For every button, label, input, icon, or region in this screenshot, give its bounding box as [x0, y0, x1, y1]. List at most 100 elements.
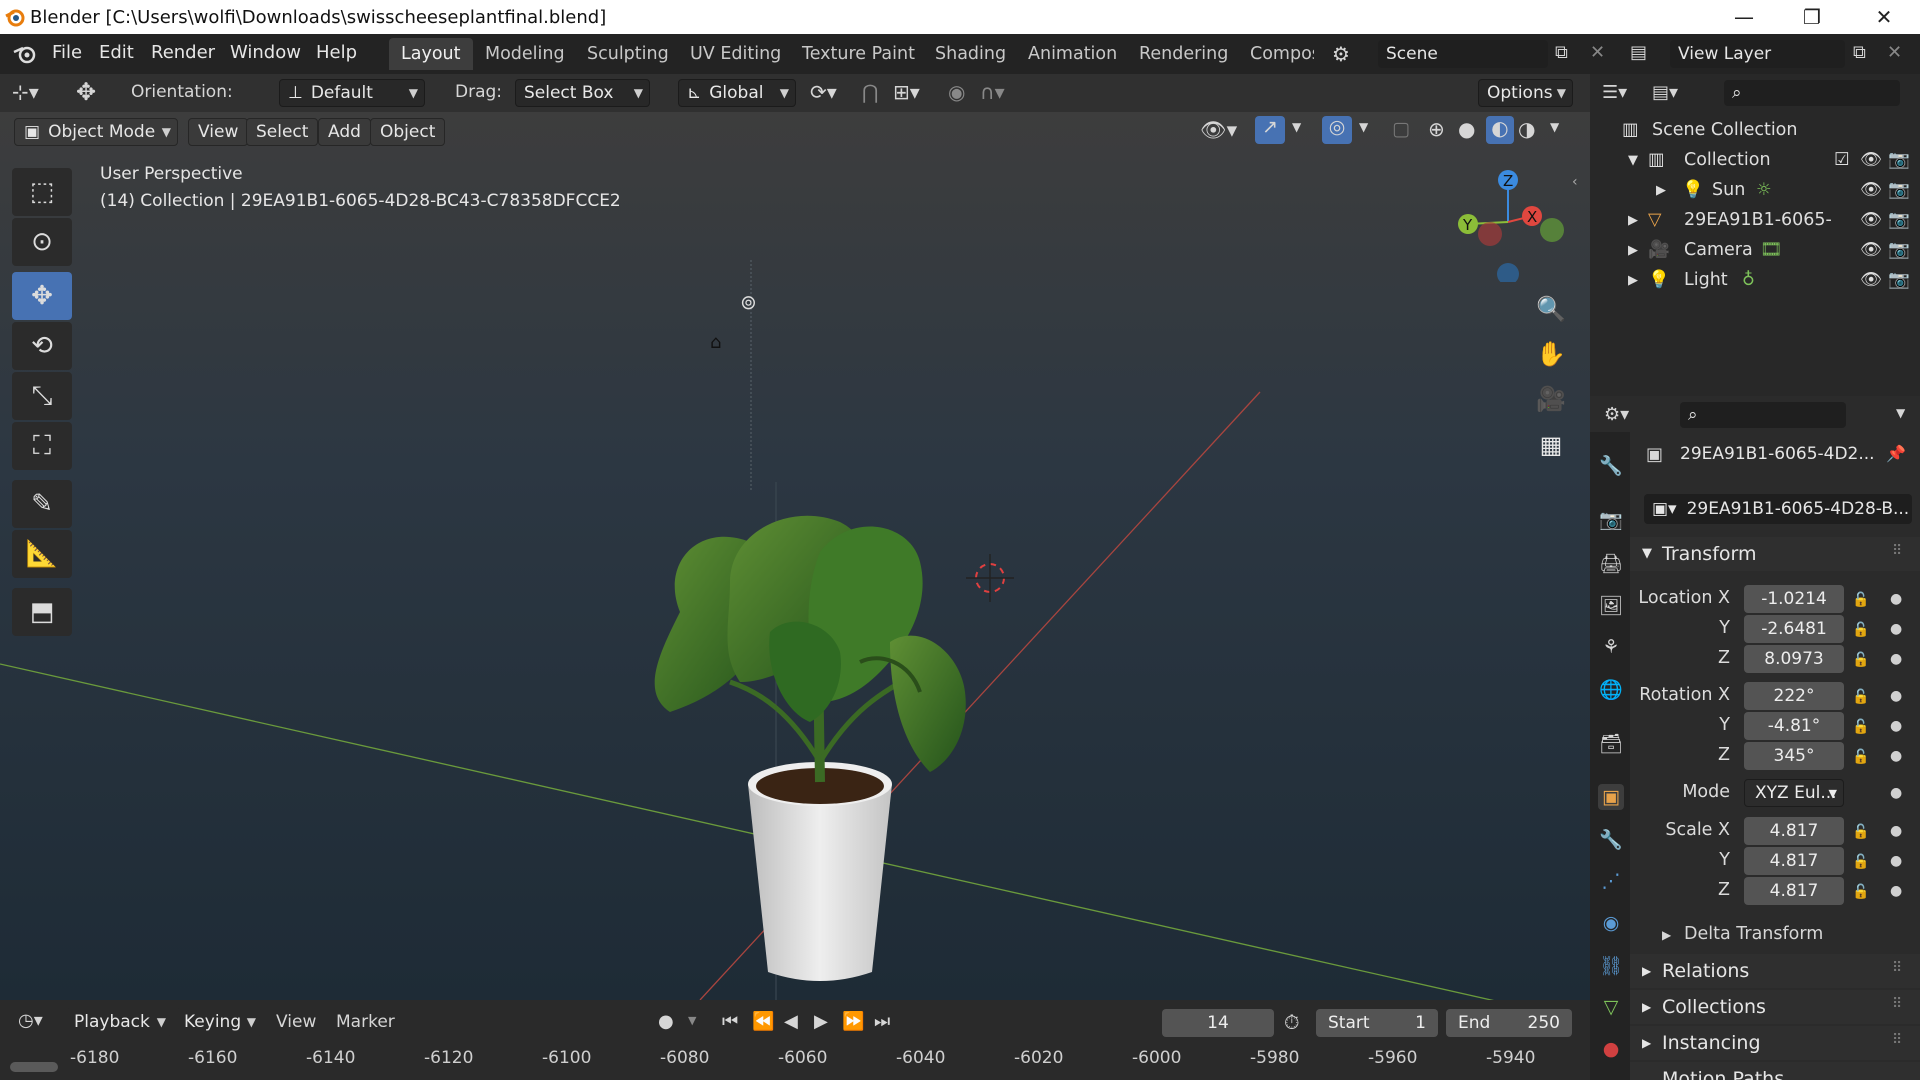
- tab-shading[interactable]: Shading: [923, 38, 1018, 70]
- solid-shading-icon[interactable]: ●: [1458, 117, 1475, 141]
- view-layer-icon[interactable]: ▤: [1630, 42, 1647, 63]
- lock-icon[interactable]: 🔓: [1852, 854, 1869, 870]
- blender-menu-icon[interactable]: [12, 42, 38, 71]
- keying-menu[interactable]: Keying ▼: [176, 1008, 262, 1036]
- lock-icon[interactable]: 🔓: [1852, 749, 1869, 765]
- scale-tool[interactable]: ⤡: [12, 372, 72, 420]
- end-frame-field[interactable]: End 250: [1446, 1009, 1572, 1037]
- tab-texture-paint[interactable]: Texture Paint: [790, 38, 927, 70]
- display-mode-icon[interactable]: ▤▾: [1652, 82, 1678, 103]
- rotation-y-field[interactable]: -4.81°: [1744, 712, 1844, 740]
- new-view-layer-icon[interactable]: ⧉: [1853, 42, 1866, 63]
- object-menu[interactable]: Object: [370, 118, 446, 146]
- outliner-row-collection[interactable]: ▼ ▥ Collection ☑ 👁 📷: [1590, 146, 1920, 176]
- chevron-down-icon[interactable]: ▼: [688, 1014, 696, 1027]
- eye-icon[interactable]: 👁: [1860, 270, 1882, 290]
- navigation-gizmo[interactable]: Z X Y: [1448, 162, 1568, 282]
- light-object-icon[interactable]: ⊚: [740, 290, 757, 314]
- orientation-dropdown[interactable]: ⊥ Default ▼: [279, 79, 425, 107]
- object-tab-icon[interactable]: ▣: [1598, 784, 1624, 810]
- tab-modeling[interactable]: Modeling: [473, 38, 577, 70]
- select-menu[interactable]: Select: [246, 118, 319, 146]
- physics-tab-icon[interactable]: ◉: [1598, 910, 1624, 936]
- wireframe-shading-icon[interactable]: ⊕: [1428, 117, 1445, 141]
- overlays-toggle-icon[interactable]: ◎: [1322, 116, 1352, 144]
- keyframe-dot-icon[interactable]: ●: [1890, 853, 1902, 869]
- transform-tool[interactable]: ⛶: [12, 422, 72, 470]
- visibility-icon[interactable]: 👁▾: [1200, 118, 1237, 143]
- tab-rendering[interactable]: Rendering: [1127, 38, 1240, 70]
- zoom-button[interactable]: 🔍: [1530, 288, 1572, 330]
- eye-icon[interactable]: 👁: [1860, 180, 1882, 200]
- scale-z-field[interactable]: 4.817: [1744, 877, 1844, 905]
- tab-animation[interactable]: Animation: [1016, 38, 1129, 70]
- jump-start-icon[interactable]: ⏮: [722, 1011, 738, 1032]
- scene-collection-row[interactable]: ▥ Scene Collection: [1590, 116, 1920, 146]
- lock-icon[interactable]: 🔓: [1852, 689, 1869, 705]
- object-name-field[interactable]: ▣▾ 29EA91B1-6065-4D28-B...: [1644, 494, 1912, 524]
- checkbox-icon[interactable]: ☑: [1834, 150, 1850, 170]
- outliner-row-camera[interactable]: ▶ 🎥 Camera 🎞 👁 📷: [1590, 236, 1920, 266]
- record-icon[interactable]: ●: [658, 1011, 674, 1032]
- properties-editor-icon[interactable]: ⚙▾: [1604, 404, 1629, 425]
- outliner-editor-icon[interactable]: ☰▾: [1602, 82, 1627, 103]
- keyframe-dot-icon[interactable]: ●: [1890, 785, 1902, 801]
- tab-compositing[interactable]: Compos: [1238, 38, 1314, 70]
- add-cube-tool[interactable]: ⬒: [12, 588, 72, 636]
- monstera-plant-model[interactable]: [620, 462, 980, 982]
- new-scene-icon[interactable]: ⧉: [1555, 42, 1568, 63]
- location-z-field[interactable]: 8.0973: [1744, 645, 1844, 673]
- transform-orientation-dropdown[interactable]: ⊾ Global ▼: [678, 79, 796, 107]
- menu-edit[interactable]: Edit: [99, 42, 134, 63]
- keyframe-dot-icon[interactable]: ●: [1890, 718, 1902, 734]
- delete-view-layer-icon[interactable]: ✕: [1887, 42, 1902, 63]
- timeline-editor-icon[interactable]: ◷▾: [18, 1010, 43, 1031]
- object-mode-dropdown[interactable]: ▣ Object Mode ▼: [14, 118, 178, 146]
- rotate-tool[interactable]: ⟲: [12, 322, 72, 370]
- menu-help[interactable]: Help: [316, 42, 357, 63]
- render-tab-icon[interactable]: 📷: [1598, 506, 1624, 532]
- render-camera-icon[interactable]: 📷: [1888, 240, 1910, 260]
- snap-icon[interactable]: ⋂: [862, 80, 878, 104]
- tab-uv-editing[interactable]: UV Editing: [678, 38, 793, 70]
- menu-window[interactable]: Window: [230, 42, 301, 63]
- pin-icon[interactable]: 📌: [1886, 444, 1906, 463]
- render-camera-icon[interactable]: 📷: [1888, 210, 1910, 230]
- world-tab-icon[interactable]: 🌐: [1598, 676, 1624, 702]
- snap-target-icon[interactable]: ⊞▾: [893, 80, 920, 104]
- instancing-panel-header[interactable]: ▶ Instancing ⠿: [1630, 1026, 1920, 1060]
- keyframe-dot-icon[interactable]: ●: [1890, 621, 1902, 637]
- play-reverse-icon[interactable]: ◀: [784, 1011, 798, 1032]
- close-window-button[interactable]: ✕: [1856, 0, 1912, 34]
- collections-panel-header[interactable]: ▶ Collections ⠿: [1630, 990, 1920, 1024]
- eye-icon[interactable]: 👁: [1860, 240, 1882, 260]
- add-menu[interactable]: Add: [318, 118, 371, 146]
- next-keyframe-icon[interactable]: ⏩: [842, 1011, 864, 1032]
- pan-button[interactable]: ✋: [1530, 333, 1572, 375]
- delete-scene-icon[interactable]: ✕: [1590, 42, 1605, 63]
- properties-search-input[interactable]: ⌕: [1680, 402, 1846, 428]
- marker-menu[interactable]: Marker: [336, 1012, 395, 1032]
- material-tab-icon[interactable]: ●: [1598, 1036, 1624, 1062]
- delta-transform-subpanel[interactable]: ▶ Delta Transform: [1650, 922, 1910, 950]
- play-icon[interactable]: ▶: [814, 1011, 828, 1032]
- tool-tab-icon[interactable]: 🔧: [1598, 452, 1624, 478]
- scene-tab-icon[interactable]: ⚘: [1598, 634, 1624, 660]
- chevron-down-icon[interactable]: ▼: [1550, 120, 1559, 134]
- view-layer-field[interactable]: View Layer: [1670, 40, 1845, 68]
- lock-icon[interactable]: 🔓: [1852, 719, 1869, 735]
- transform-panel-header[interactable]: ▼ Transform ⠿: [1630, 537, 1920, 571]
- rotation-z-field[interactable]: 345°: [1744, 742, 1844, 770]
- motion-paths-panel-header[interactable]: Motion Paths: [1630, 1062, 1920, 1080]
- outliner-row-sun[interactable]: ▶ 💡 Sun ☼ 👁 📷: [1590, 176, 1920, 206]
- xray-icon[interactable]: ▢: [1392, 118, 1410, 140]
- start-frame-field[interactable]: Start 1: [1316, 1009, 1438, 1037]
- view-layer-tab-icon[interactable]: 🖼: [1598, 592, 1624, 618]
- collapse-sidebar-icon[interactable]: ‹: [1572, 174, 1578, 190]
- scene-selector-icon[interactable]: ⚙: [1332, 42, 1350, 66]
- keyframe-dot-icon[interactable]: ●: [1890, 748, 1902, 764]
- rotation-mode-dropdown[interactable]: XYZ Eul... ▼: [1744, 779, 1844, 807]
- location-y-field[interactable]: -2.6481: [1744, 615, 1844, 643]
- timeline-scrollbar[interactable]: [10, 1062, 58, 1072]
- material-preview-icon[interactable]: ◐: [1486, 116, 1514, 144]
